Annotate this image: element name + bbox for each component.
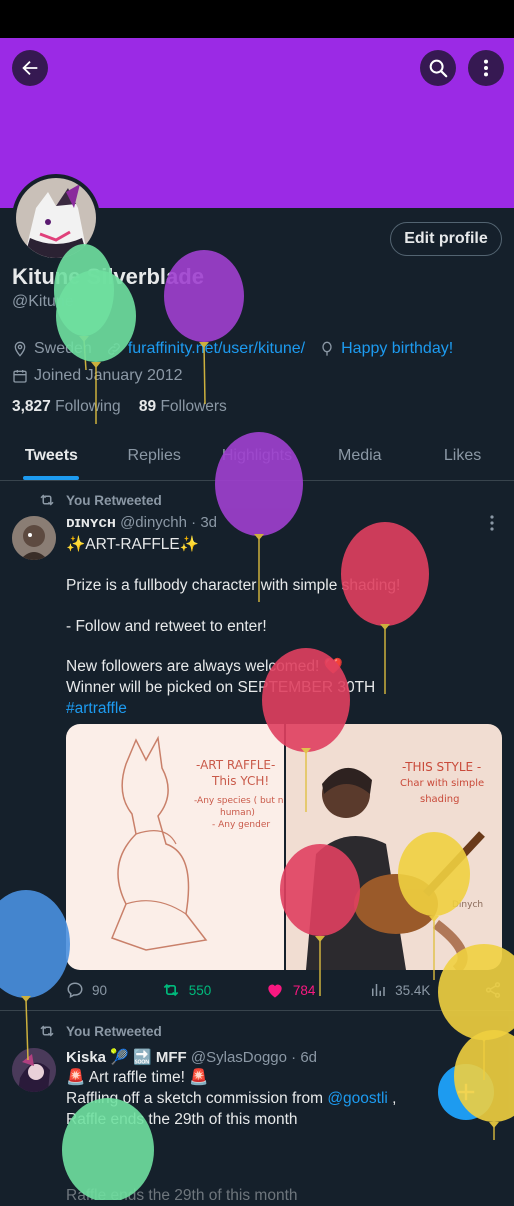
like-button[interactable]: 784 <box>265 980 315 1000</box>
calendar-icon <box>13 370 27 383</box>
tweet-handle: @SylasDoggo <box>190 1049 287 1066</box>
reply-button[interactable]: 90 <box>66 980 107 1000</box>
media-image-right[interactable]: -THIS STYLE - Char with simple shading D… <box>286 724 502 970</box>
mention-link[interactable]: @goostli <box>327 1090 388 1107</box>
media-left-sub: This YCH! <box>212 774 270 788</box>
back-button[interactable] <box>12 50 48 86</box>
balloon-icon <box>322 341 332 356</box>
search-icon <box>429 59 448 78</box>
tweet-avatar[interactable] <box>12 516 56 560</box>
profile-meta: Sweden furaffinity.net/user/kitune/ Happ… <box>12 340 453 358</box>
tweet-header: ᴅɪɴʏᴄʜ @dinychh · 3d <box>66 514 217 531</box>
media-left-note: - Any gender <box>212 820 271 830</box>
hashtag-link[interactable]: #artraffle <box>66 699 127 719</box>
retweet-button[interactable]: 550 <box>161 980 211 1000</box>
edit-profile-button[interactable]: Edit profile <box>390 222 502 256</box>
retweet-icon <box>40 1025 54 1037</box>
search-button[interactable] <box>420 50 456 86</box>
tweet-line: Winner will be picked on SEPTEMBER 30TH <box>66 679 376 696</box>
joined-row: Joined January 2012 <box>12 367 183 385</box>
tweet-handle: @dinychh <box>120 514 187 531</box>
following-link[interactable]: 3,827 Following <box>12 398 121 415</box>
media-left-note: human) <box>220 808 255 818</box>
tweet-line-faded: Raffle ends the 29th of this month <box>66 1187 298 1204</box>
tweet-line: Raffle ends the 29th of this month <box>66 1111 298 1128</box>
like-icon <box>268 984 282 998</box>
plus-icon <box>457 1083 475 1101</box>
more-vertical-icon[interactable] <box>484 514 500 532</box>
views-button[interactable]: 35.4K <box>369 980 430 1000</box>
tweet-actions: 90 550 784 35.4K <box>66 980 502 1000</box>
website-link[interactable]: furaffinity.net/user/kitune/ <box>128 340 305 358</box>
media-right-sub: Char with simple <box>400 778 485 789</box>
tab-replies[interactable]: Replies <box>103 436 206 480</box>
status-bar <box>0 0 514 38</box>
link-icon <box>107 343 120 355</box>
tweet-divider <box>0 1010 514 1011</box>
tweet-line: New followers are always welcomed! ❤️ <box>66 658 343 675</box>
avatar[interactable] <box>12 174 100 262</box>
tweet-line: Prize is a fullbody character with simpl… <box>66 577 401 594</box>
media-right-signature: Dinych <box>452 900 484 910</box>
tab-media[interactable]: Media <box>308 436 411 480</box>
share-button[interactable] <box>484 980 502 1000</box>
location-text: Sweden <box>34 340 92 357</box>
tab-tweets[interactable]: Tweets <box>0 436 103 480</box>
tweet-time: · 6d <box>291 1049 318 1066</box>
media-right-sub: shading <box>420 794 460 805</box>
views-icon <box>372 984 385 996</box>
tweet-time: · 3d <box>191 514 218 531</box>
tweet-media[interactable]: -ART RAFFLE- This YCH! -Any species ( bu… <box>66 724 502 970</box>
profile-name: Kitune Silverblade <box>12 264 204 289</box>
tweet-line: 🚨 Art raffle time! 🚨 <box>66 1069 209 1086</box>
tab-likes[interactable]: Likes <box>411 436 514 480</box>
retweet-context: You Retweeted <box>38 1022 162 1040</box>
tweet-author[interactable]: ᴅɪɴʏᴄʜ <box>66 514 116 531</box>
media-image-left[interactable]: -ART RAFFLE- This YCH! -Any species ( bu… <box>66 724 284 970</box>
compose-button[interactable] <box>438 1064 494 1120</box>
tweet-author[interactable]: Kiska 🎾 🔜 MFF <box>66 1049 187 1066</box>
birthday-text[interactable]: Happy birthday! <box>341 340 453 358</box>
media-left-title: -ART RAFFLE- <box>196 758 276 772</box>
retweet-icon <box>40 494 54 506</box>
avatar-image <box>16 178 96 258</box>
back-arrow-icon <box>22 60 38 76</box>
tab-highlights[interactable]: Highlights <box>206 436 309 480</box>
profile-handle: @Kitune <box>12 293 74 310</box>
retweet-context: You Retweeted <box>38 491 162 509</box>
tweet-line: Raffling off a sketch commission from @g… <box>66 1090 397 1107</box>
more-vertical-icon <box>483 59 489 77</box>
share-icon <box>485 982 501 998</box>
media-left-note: -Any species ( but n <box>194 796 284 806</box>
tweet-avatar[interactable] <box>12 1048 56 1092</box>
follow-stats: 3,827 Following 89 Followers <box>12 398 227 416</box>
tweet-line: ✨ART-RAFFLE✨ <box>66 536 200 553</box>
reply-icon <box>67 982 83 999</box>
media-right-title: -THIS STYLE - <box>402 760 482 774</box>
tweet-line: - Follow and retweet to enter! <box>66 618 267 635</box>
balloon-icon <box>341 522 429 694</box>
location-icon <box>14 341 26 357</box>
more-button[interactable] <box>468 50 504 86</box>
tweet-header: Kiska 🎾 🔜 MFF @SylasDoggo · 6d <box>66 1048 317 1066</box>
joined-text: Joined January 2012 <box>34 367 183 384</box>
retweet-icon <box>163 983 178 997</box>
followers-link[interactable]: 89 Followers <box>139 398 227 415</box>
profile-tabs: Tweets Replies Highlights Media Likes <box>0 436 514 481</box>
